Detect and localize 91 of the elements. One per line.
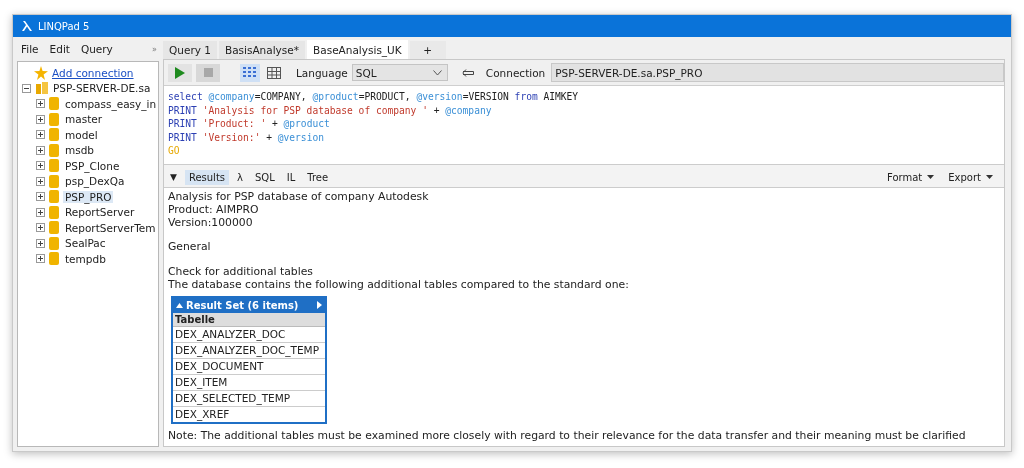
language-label: Language (296, 66, 348, 79)
query-tab[interactable]: Query 1 (163, 41, 217, 59)
table-cell: DEX_ANALYZER_DOC_TEMP (173, 342, 325, 359)
database-icon (49, 236, 59, 250)
expand-toggle-icon[interactable] (36, 223, 45, 233)
expand-toggle-icon[interactable] (36, 99, 45, 109)
result-set-header[interactable]: Result Set (6 items) (173, 297, 325, 313)
table-grid-icon (267, 66, 281, 79)
collapse-triangle-icon (176, 302, 183, 308)
result-view-tab[interactable]: IL (282, 169, 300, 185)
database-icon (49, 205, 59, 219)
right-triangle-icon (317, 301, 322, 310)
collapse-toggle-icon[interactable] (22, 83, 31, 93)
expand-toggle-icon[interactable] (36, 207, 45, 217)
chevron-down-icon (432, 69, 442, 76)
output-line: General (168, 241, 212, 255)
connection-label: Connection (485, 66, 546, 79)
table-cell: DEX_SELECTED_TEMP (173, 390, 325, 407)
rich-text-view-button[interactable] (240, 63, 260, 82)
table-cell: DEX_ITEM (173, 374, 325, 391)
output-line: Check for additional tables (168, 266, 314, 279)
expand-toggle-icon[interactable] (36, 238, 45, 248)
database-node[interactable]: compass_easy_in (63, 97, 158, 110)
database-icon (49, 221, 59, 235)
collapse-results-icon[interactable]: ▼ (170, 172, 177, 182)
expand-toggle-icon[interactable] (36, 114, 45, 124)
database-node[interactable]: msdb (63, 144, 97, 157)
star-icon (34, 65, 48, 80)
database-icon (49, 159, 59, 173)
result-view-tab[interactable]: SQL (250, 169, 279, 185)
output-line: Analysis for PSP database of company Autodesk (168, 191, 430, 204)
database-icon (49, 128, 59, 142)
menu-item[interactable]: File (17, 41, 45, 57)
database-node[interactable]: PSP_Clone (63, 159, 122, 172)
add-connection-link[interactable]: Add connection (52, 66, 134, 79)
caret-icon (927, 175, 935, 179)
query-tab[interactable]: BasisAnalyse* (218, 41, 306, 59)
database-icon (49, 112, 59, 126)
database-icon (49, 143, 59, 157)
menu-item[interactable]: Edit (45, 41, 76, 57)
menu-overflow[interactable]: » (152, 44, 157, 54)
play-icon (175, 66, 185, 79)
database-node[interactable]: psp_DexQa (63, 175, 127, 188)
connection-field[interactable]: PSP-SERVER-DE.sa.PSP_PRO (551, 63, 1004, 82)
result-view-tab[interactable]: λ (233, 169, 247, 185)
result-view-tab[interactable]: Results (184, 169, 230, 185)
server-node[interactable]: PSP-SERVER-DE.sa (53, 82, 151, 95)
database-node[interactable]: PSP_PRO (63, 190, 114, 203)
database-icon (49, 190, 59, 204)
database-node[interactable]: model (63, 128, 100, 141)
run-button[interactable] (168, 63, 192, 82)
table-cell: DEX_DOCUMENT (173, 358, 325, 375)
lambda-logo-icon (21, 20, 33, 32)
code-line: GO (168, 144, 181, 158)
result-menu-button[interactable]: Format (882, 169, 940, 185)
left-arrow-icon (461, 68, 474, 77)
table-cell-text: DEX_XREF (174, 406, 231, 422)
expand-toggle-icon[interactable] (36, 145, 45, 155)
output-line: Version:100000 (168, 216, 254, 230)
window-title: LINQPad 5 (38, 20, 90, 32)
output-line: The database contains the following additional tables compared to the standard one: (168, 279, 630, 292)
database-icon (49, 97, 59, 111)
expand-toggle-icon[interactable] (36, 130, 45, 140)
result-view-tab[interactable]: Tree (303, 169, 333, 185)
query-tab[interactable]: BaseAnalysis_UK (307, 40, 408, 59)
code-line: PRINT 'Version:' + @version (168, 130, 325, 144)
database-icon (49, 252, 59, 266)
code-line: select @company=COMPANY, @product=PRODUCT, @version=VERSION from AIMKEY (168, 90, 580, 104)
database-node[interactable]: ReportServer (63, 206, 137, 219)
expand-toggle-icon[interactable] (36, 254, 45, 264)
database-node[interactable]: tempdb (63, 252, 108, 265)
code-line: PRINT 'Product: ' + @product (168, 117, 331, 131)
menu-item[interactable]: Query (76, 41, 119, 57)
expand-toggle-icon[interactable] (36, 176, 45, 186)
database-icon (49, 174, 59, 188)
output-line: Product: AIMPRO (168, 203, 260, 217)
new-tab-button[interactable]: + (409, 41, 446, 59)
database-node[interactable]: master (63, 113, 105, 126)
database-node[interactable]: SealPac (63, 237, 108, 250)
dotted-grid-icon (243, 66, 257, 79)
table-cell: DEX_ANALYZER_DOC (173, 326, 325, 343)
server-icon (35, 81, 49, 96)
caret-icon (986, 175, 993, 179)
language-dropdown[interactable]: SQL (351, 64, 448, 81)
code-line: PRINT 'Analysis for PSP database of company ' + @company (168, 103, 493, 117)
result-menu-button[interactable]: Export (943, 169, 998, 185)
expand-toggle-icon[interactable] (36, 192, 45, 202)
output-line: Note: The additional tables must be examined more closely with regard to their relevance for the data transfer and their meaning must be clarified (168, 429, 967, 443)
stop-icon (203, 68, 213, 77)
database-node[interactable]: ReportServerTem (63, 221, 158, 234)
expand-toggle-icon[interactable] (36, 161, 45, 171)
